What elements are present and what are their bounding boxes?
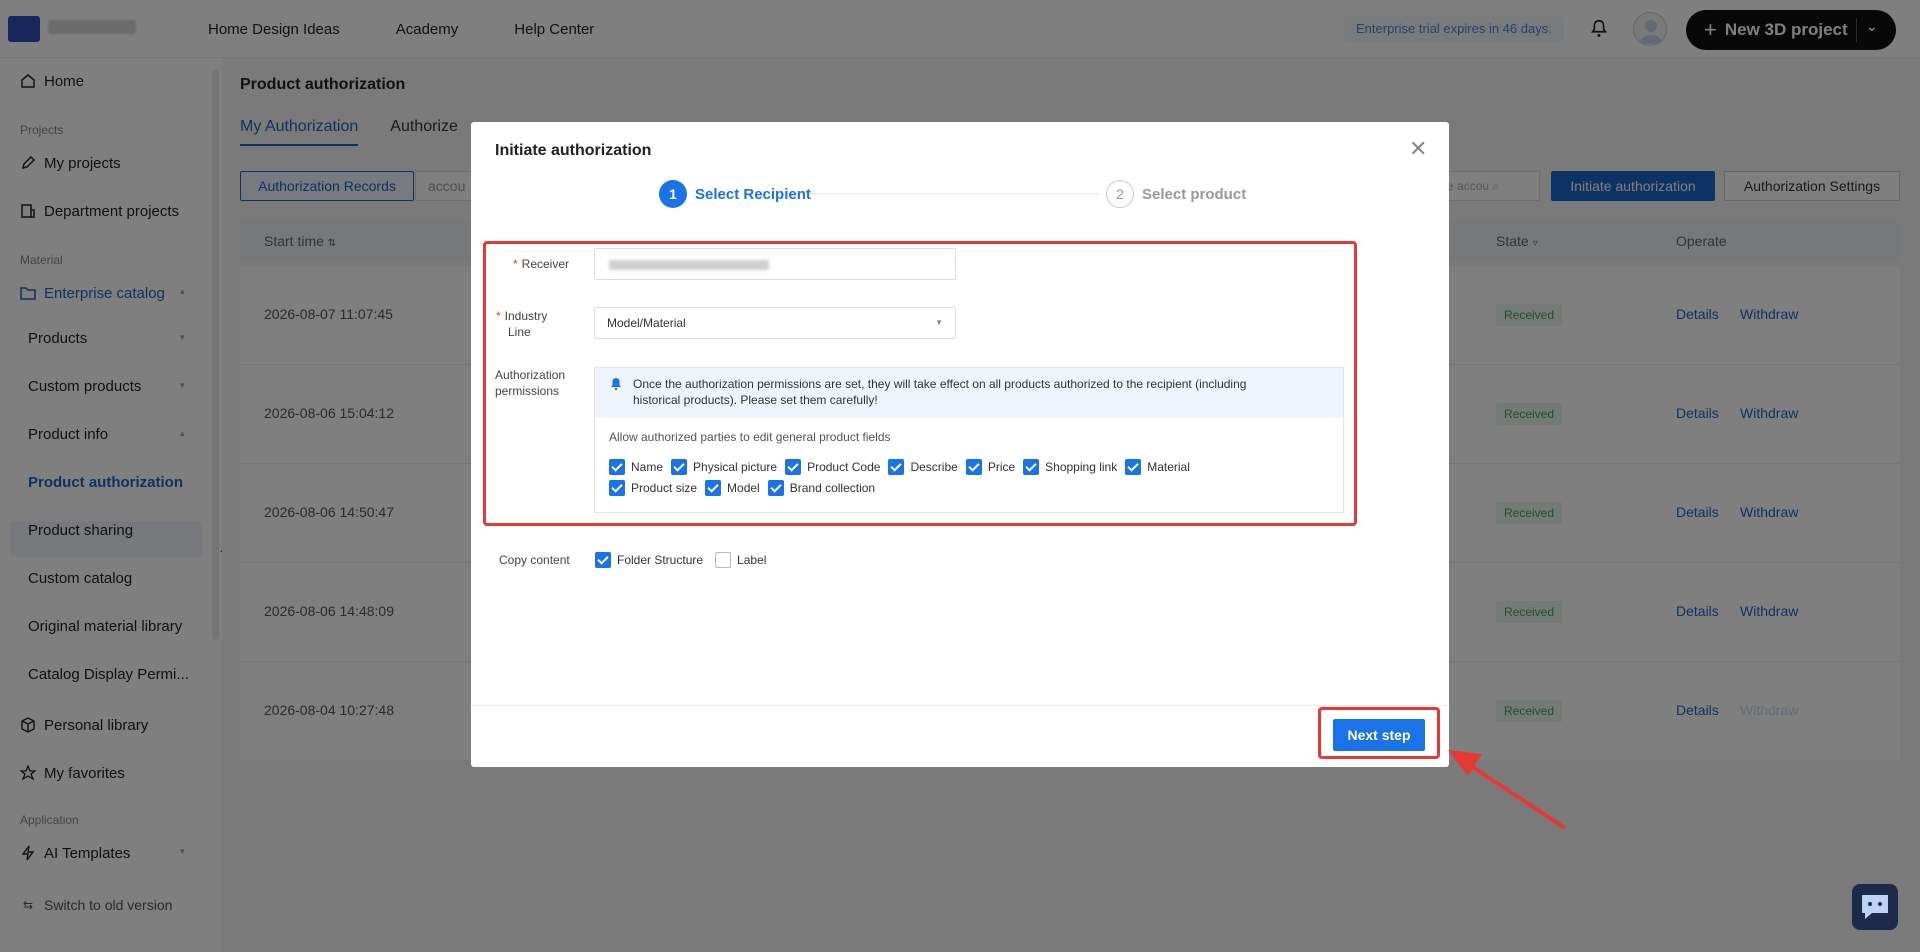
checkbox-checked[interactable] <box>785 459 802 475</box>
receiver-input[interactable] <box>594 248 956 280</box>
checkbox-label: Material <box>1147 460 1190 474</box>
checkbox-material[interactable]: Material <box>1125 459 1190 475</box>
annotation-arrow <box>1448 750 1567 830</box>
checkbox-checked[interactable] <box>595 552 611 568</box>
chat-icon <box>1862 895 1888 919</box>
perm-label-line2: permissions <box>495 384 560 398</box>
step-label: Select Recipient <box>695 185 811 203</box>
checkbox-label: Product size <box>631 481 698 495</box>
checkbox-price[interactable]: Price <box>965 459 1016 475</box>
close-icon[interactable]: ✕ <box>1409 138 1427 160</box>
checkbox-checked[interactable] <box>671 459 688 475</box>
field-checkbox-row-2: Product size Model Brand collection <box>609 480 875 496</box>
chat-support-button[interactable] <box>1852 884 1898 930</box>
checkbox-product-code[interactable]: Product Code <box>785 459 880 475</box>
step-select-product: 2 Select product <box>1106 180 1246 208</box>
checkbox-checked[interactable] <box>705 480 722 496</box>
industry-line-label: * Industry Line <box>496 308 547 340</box>
perm-label-line1: Authorization <box>495 368 566 382</box>
checkbox-describe[interactable]: Describe <box>888 459 958 475</box>
permissions-notice: Once the authorization permissions are s… <box>595 368 1343 418</box>
checkbox-label: Physical picture <box>693 460 778 474</box>
checkbox-shopping-link[interactable]: Shopping link <box>1023 459 1117 475</box>
dropdown-caret-icon: ▼ <box>935 318 943 327</box>
checkbox-label: Brand collection <box>789 481 876 495</box>
checkbox-label: Shopping link <box>1045 460 1118 474</box>
receiver-label-text: Receiver <box>521 257 570 271</box>
checkbox-unchecked[interactable] <box>715 552 732 568</box>
checkbox-physical-picture[interactable]: Physical picture <box>671 459 777 475</box>
step-connector <box>809 193 1099 194</box>
dialog-title: Initiate authorization <box>495 142 652 159</box>
checkbox-label: Name <box>631 460 664 474</box>
checkbox-checked[interactable] <box>965 459 982 475</box>
allow-edit-text: Allow authorized parties to edit general… <box>609 430 891 444</box>
checkbox-name[interactable]: Name <box>609 459 663 475</box>
checkbox-checked[interactable] <box>1023 459 1040 475</box>
checkbox-label: Folder Structure <box>617 553 704 567</box>
industry-label-line2: Line <box>508 325 531 339</box>
checkbox-label: Label <box>737 553 767 567</box>
industry-label-line1: Industry <box>504 309 548 323</box>
checkbox-label: Product Code <box>807 460 881 474</box>
notice-line-1: Once the authorization permissions are s… <box>633 377 1247 391</box>
checkbox-checked[interactable] <box>1125 459 1142 475</box>
checkbox-model[interactable]: Model <box>705 480 760 496</box>
checkbox-checked[interactable] <box>767 480 784 496</box>
checkbox-label: Describe <box>910 460 958 474</box>
field-checkbox-row-1: Name Physical picture Product Code Descr… <box>609 459 1190 475</box>
bell-icon <box>611 378 621 391</box>
notice-line-2: historical products). Please set them ca… <box>633 393 878 407</box>
required-mark: * <box>496 309 501 323</box>
step-number: 1 <box>659 180 687 208</box>
footer-divider <box>471 705 1449 706</box>
checkbox-label-option[interactable]: Label <box>715 552 766 568</box>
checkbox-checked[interactable] <box>609 459 625 475</box>
checkbox-folder-structure[interactable]: Folder Structure <box>595 552 703 568</box>
copy-content-options: Folder Structure Label <box>595 552 766 568</box>
next-step-button[interactable]: Next step <box>1333 719 1425 751</box>
step-select-recipient: 1 Select Recipient <box>659 180 811 208</box>
checkbox-checked[interactable] <box>888 459 905 475</box>
checkbox-product-size[interactable]: Product size <box>609 480 697 496</box>
copy-content-label: Copy content <box>499 553 570 567</box>
industry-line-value: Model/Material <box>607 316 686 330</box>
receiver-value-blurred <box>609 259 769 270</box>
receiver-label: * Receiver <box>513 256 569 272</box>
industry-line-select[interactable]: Model/Material ▼ <box>594 307 956 339</box>
step-number: 2 <box>1106 180 1134 208</box>
step-label: Select product <box>1142 185 1247 203</box>
checkbox-label: Model <box>727 481 760 495</box>
initiate-authorization-dialog: Initiate authorization ✕ 1 Select Recipi… <box>471 122 1449 767</box>
authorization-permissions-label: Authorization permissions <box>495 367 565 399</box>
checkbox-checked[interactable] <box>609 480 625 496</box>
checkbox-brand-collection[interactable]: Brand collection <box>767 480 876 496</box>
permissions-panel: Once the authorization permissions are s… <box>594 367 1344 513</box>
required-mark: * <box>513 257 518 271</box>
checkbox-label: Price <box>987 460 1016 474</box>
